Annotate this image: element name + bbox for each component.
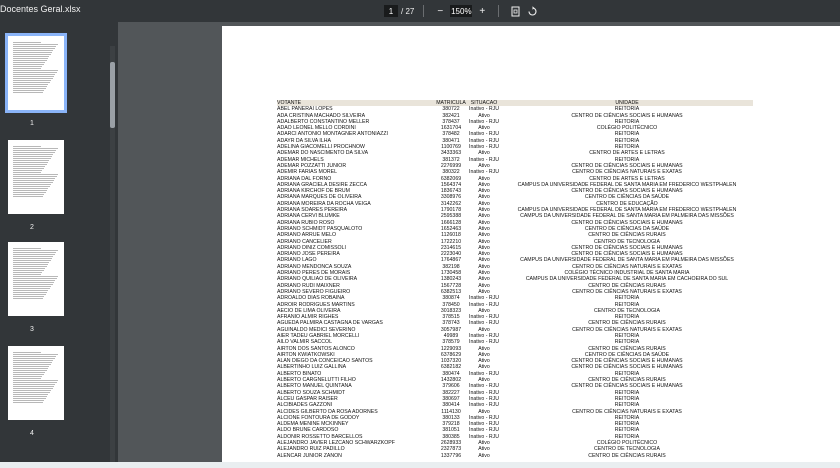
document-title: Docentes Geral.xlsx [0, 4, 81, 14]
fit-page-icon [511, 6, 520, 16]
zoom-out-button[interactable]: − [433, 4, 447, 18]
thumbnail-preview [13, 42, 59, 94]
pdf-toolbar: Docentes Geral.xlsx / 27 − + [0, 0, 840, 22]
voter-table: VOTANTE MATRICULA SITUACAO UNIDADE ABEL … [277, 100, 753, 459]
toolbar-divider [423, 5, 425, 17]
thumbnail-preview [13, 146, 59, 198]
current-page-input[interactable] [384, 5, 398, 17]
table-cell-votante: ALENCAR JUNIOR ZANON [277, 452, 342, 459]
thumbnail-page-number: 3 [30, 326, 34, 333]
pdf-page: VOTANTE MATRICULA SITUACAO UNIDADE ABEL … [222, 26, 840, 468]
page-thumbnail[interactable] [5, 33, 67, 113]
page-total: / 27 [401, 6, 415, 16]
thumbnail-page-number: 4 [30, 430, 34, 437]
zoom-input[interactable] [450, 5, 473, 17]
table-cell-situacao: Ativo [478, 452, 490, 459]
table-cell-matricula: 1337796 [440, 452, 462, 459]
thumbnail-sidebar: 1 2 3 4 [0, 22, 118, 468]
page-thumbnail[interactable] [8, 140, 64, 214]
zoom-in-button[interactable]: + [475, 4, 489, 18]
thumbnail-page-number: 1 [30, 120, 34, 127]
thumbnail-preview [13, 352, 59, 404]
thumbnail-page-number: 2 [30, 224, 34, 231]
table-row: ALENCAR JUNIOR ZANON 1337796 Ativo CENTRO D… [277, 453, 753, 459]
rotate-icon [528, 5, 537, 16]
page-thumbnail[interactable] [8, 346, 64, 420]
rotate-button[interactable] [525, 4, 539, 18]
page-thumbnail[interactable] [8, 242, 64, 316]
taskbar-strip [0, 462, 840, 468]
table-cell-unidade: CENTRO DE CIÊNCIAS RURAIS [588, 452, 666, 459]
document-viewer: VOTANTE MATRICULA SITUACAO UNIDADE ABEL … [118, 22, 840, 468]
page-navigator: / 27 − + [384, 4, 539, 18]
toolbar-divider [498, 5, 500, 17]
thumbnail-preview [13, 248, 59, 300]
fit-page-button[interactable] [508, 4, 522, 18]
sidebar-scrollbar[interactable] [110, 46, 115, 468]
sidebar-scroll-thumb[interactable] [110, 62, 115, 128]
